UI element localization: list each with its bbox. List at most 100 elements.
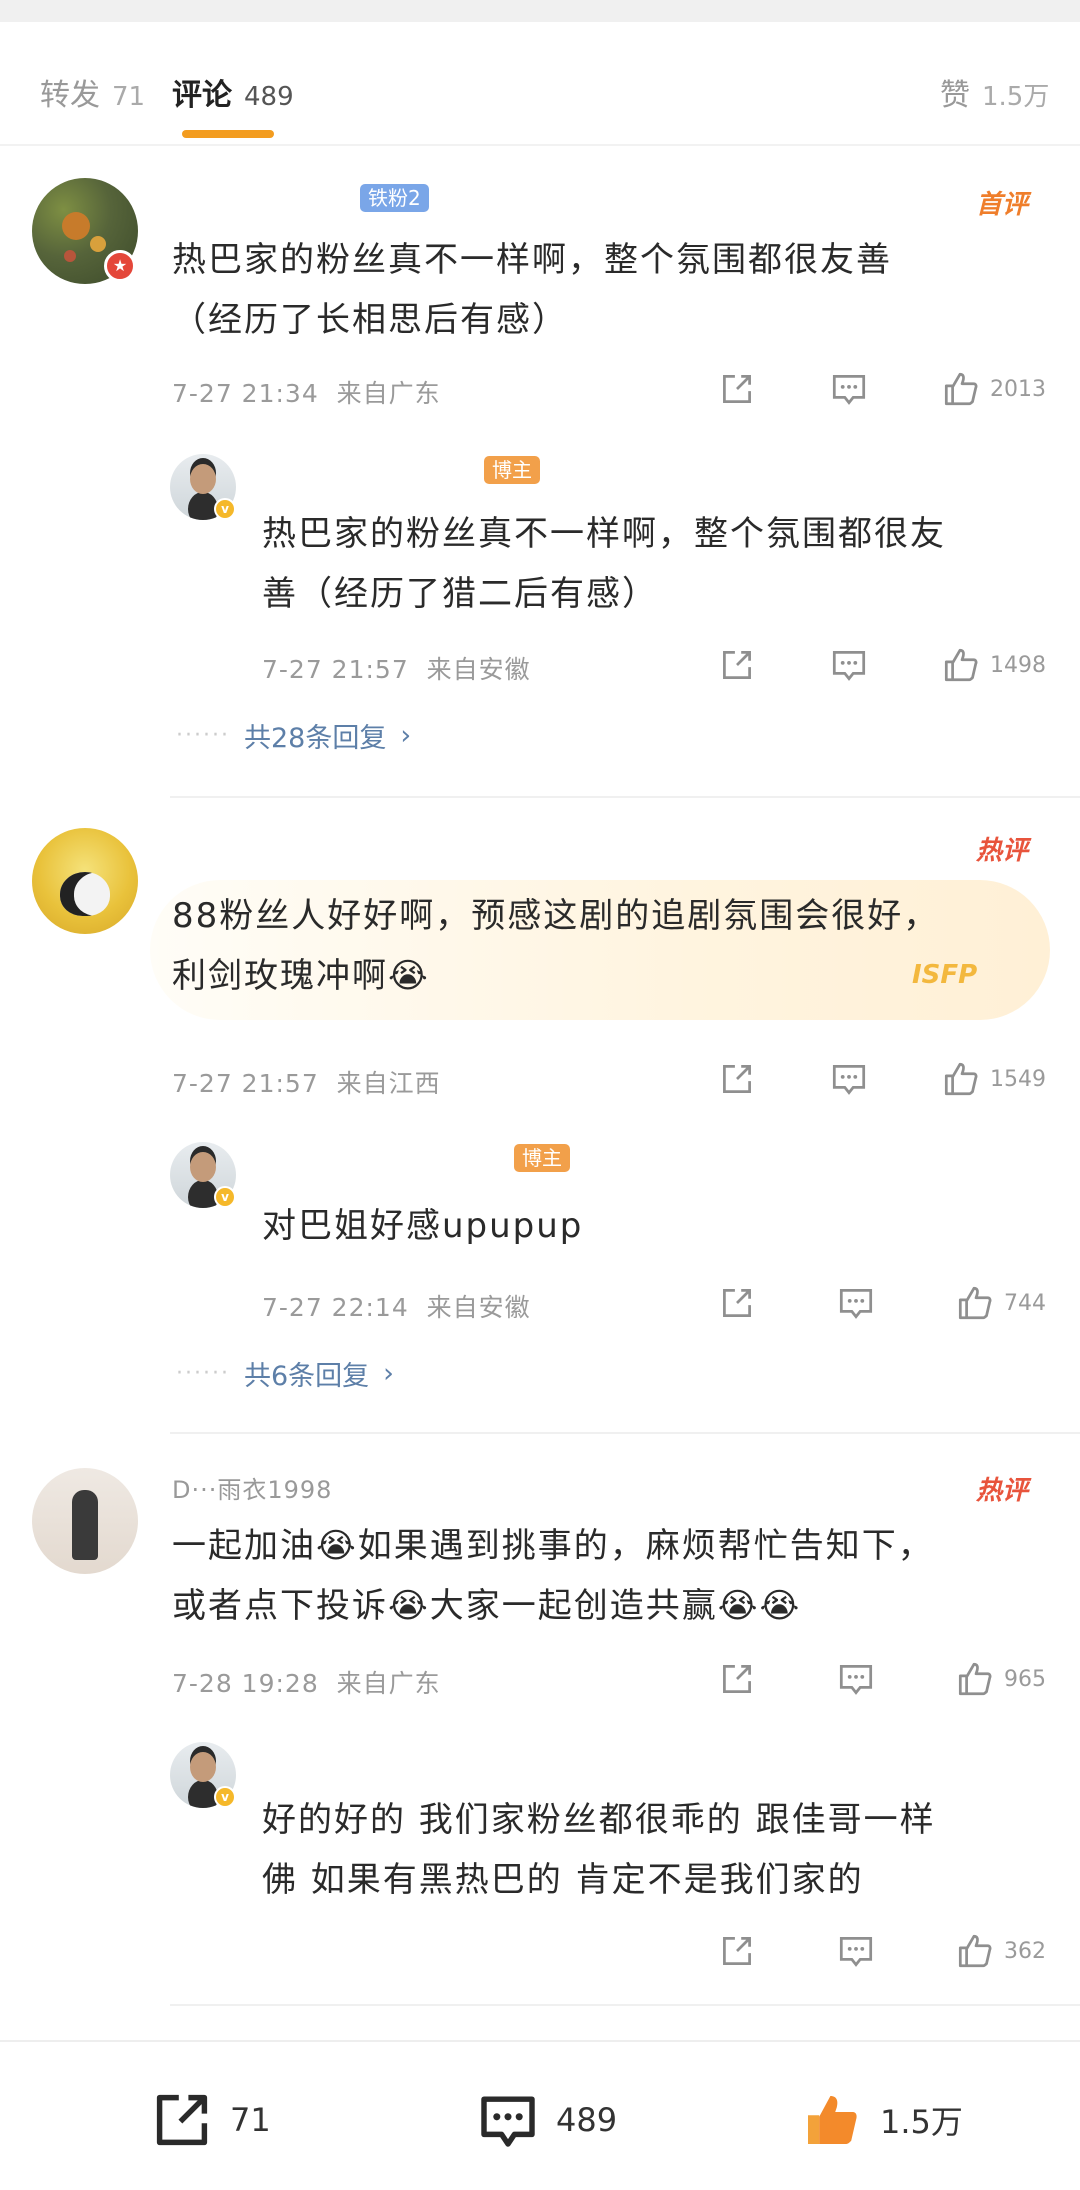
comment-text: 一起加油😭如果遇到挑事的，麻烦帮忙告知下， 或者点下投诉😭大家一起创造共赢😭😭 bbox=[172, 1516, 1052, 1636]
reply-button[interactable] bbox=[835, 1930, 877, 1972]
thumbs-up-icon bbox=[958, 1934, 992, 1968]
first-comment-badge: 首评 bbox=[975, 190, 1028, 220]
reply-button[interactable] bbox=[828, 644, 870, 686]
repost-count: 71 bbox=[230, 2101, 271, 2139]
like-button[interactable]: 2013 bbox=[940, 368, 1046, 410]
tab-comments[interactable]: 评论 489 bbox=[172, 70, 294, 114]
reply-button[interactable] bbox=[828, 1058, 870, 1100]
like-count: 2013 bbox=[990, 376, 1046, 402]
comment-time: 7-27 21:34 bbox=[172, 379, 319, 408]
bottom-action-bar: 71 489 1.5万 bbox=[0, 2040, 1080, 2190]
comment-line: 一起加油😭如果遇到挑事的，麻烦帮忙告知下， bbox=[172, 1526, 934, 1566]
hot-comment-badge: 热评 bbox=[975, 836, 1028, 866]
chevron-right-icon: › bbox=[383, 1358, 394, 1389]
tab-count: 71 bbox=[112, 82, 146, 112]
more-replies-link[interactable]: ······ 共28条回复 › bbox=[176, 716, 411, 755]
thumbs-up-icon bbox=[944, 1062, 978, 1096]
member-badge-icon: ★ bbox=[104, 250, 136, 282]
hot-comment-badge: 热评 bbox=[975, 1476, 1028, 1506]
tab-label: 赞 bbox=[940, 78, 970, 113]
fan-level-tag: 铁粉2 bbox=[360, 184, 429, 212]
repost-button[interactable]: 71 bbox=[150, 2088, 271, 2152]
like-button[interactable]: 1.5万 bbox=[800, 2088, 963, 2152]
thumbs-up-icon bbox=[958, 1286, 992, 1320]
username[interactable]: D···雨衣1998 bbox=[172, 1470, 332, 1505]
comment-meta: 7-28 19:28 来自广东 bbox=[172, 1664, 441, 1700]
comment-meta: 7-27 22:14 来自安徽 bbox=[262, 1288, 531, 1324]
tab-likes[interactable]: 赞 1.5万 bbox=[940, 70, 1049, 114]
comment-line: 热巴家的粉丝真不一样啊，整个氛围都很友善 bbox=[172, 240, 892, 280]
comment-icon bbox=[839, 1289, 873, 1319]
share-button[interactable] bbox=[716, 1658, 758, 1700]
comment-line: 好的好的 我们家粉丝都很乖的 跟佳哥一样 bbox=[262, 1800, 936, 1840]
comment-time: 7-27 21:57 bbox=[262, 655, 409, 684]
more-replies-link[interactable]: ······ 共6条回复 › bbox=[176, 1354, 394, 1393]
top-strip bbox=[0, 0, 1080, 22]
divider bbox=[170, 2004, 1080, 2006]
like-count: 1549 bbox=[990, 1066, 1046, 1092]
tab-reposts[interactable]: 转发 71 bbox=[40, 70, 145, 114]
share-icon bbox=[723, 651, 751, 679]
comment-time: 7-28 19:28 bbox=[172, 1669, 319, 1698]
like-count: 1.5万 bbox=[880, 2103, 963, 2141]
comment-actions: 1549 bbox=[716, 1054, 1046, 1104]
thumbs-up-icon bbox=[944, 372, 978, 406]
share-icon bbox=[723, 1665, 751, 1693]
like-count: 965 bbox=[1004, 1666, 1046, 1692]
comment-time: 7-27 21:57 bbox=[172, 1069, 319, 1098]
comment-location: 来自安徽 bbox=[426, 655, 531, 684]
comment-icon bbox=[481, 2096, 535, 2147]
thumbs-up-icon bbox=[944, 648, 978, 682]
comment-line: （经历了长相思后有感） bbox=[172, 300, 568, 340]
share-button[interactable] bbox=[716, 644, 758, 686]
verified-icon: v bbox=[214, 498, 236, 520]
comment-line: 利剑玫瑰冲啊😭 bbox=[172, 956, 430, 996]
comment-meta: 7-27 21:34 来自广东 bbox=[172, 374, 441, 410]
more-replies-label: 共28条回复 bbox=[243, 723, 387, 754]
reply-button[interactable] bbox=[828, 368, 870, 410]
comment-line: 善（经历了猎二后有感） bbox=[262, 574, 658, 614]
chevron-right-icon: › bbox=[400, 720, 412, 751]
like-count: 362 bbox=[1004, 1938, 1046, 1964]
comment-location: 来自广东 bbox=[336, 1669, 441, 1698]
like-button[interactable]: 744 bbox=[954, 1282, 1046, 1324]
comment-line: 88粉丝人好好啊，预感这剧的追剧氛围会很好， bbox=[172, 896, 940, 936]
share-button[interactable] bbox=[716, 1282, 758, 1324]
comment-line: 佛 如果有黑热巴的 肯定不是我们家的 bbox=[262, 1860, 864, 1900]
comment-meta: 7-27 21:57 来自安徽 bbox=[262, 650, 531, 686]
comment-text: 88粉丝人好好啊，预感这剧的追剧氛围会很好， 利剑玫瑰冲啊😭 bbox=[172, 886, 1052, 1006]
share-button[interactable] bbox=[716, 368, 758, 410]
reply-button[interactable] bbox=[835, 1282, 877, 1324]
like-button[interactable]: 1498 bbox=[940, 644, 1046, 686]
author-tag: 博主 bbox=[484, 456, 540, 484]
share-button[interactable] bbox=[716, 1930, 758, 1972]
repost-icon bbox=[156, 2094, 208, 2146]
tab-label: 转发 bbox=[40, 78, 100, 113]
reply-text: 好的好的 我们家粉丝都很乖的 跟佳哥一样 佛 如果有黑热巴的 肯定不是我们家的 bbox=[262, 1790, 1062, 1910]
share-icon bbox=[723, 1289, 751, 1317]
share-icon bbox=[723, 375, 751, 403]
tab-count: 489 bbox=[244, 82, 294, 112]
like-button[interactable]: 1549 bbox=[940, 1058, 1046, 1100]
comment-line: 对巴姐好感upupup bbox=[262, 1206, 584, 1246]
comment-meta: 7-27 21:57 来自江西 bbox=[172, 1064, 441, 1100]
more-replies-label: 共6条回复 bbox=[243, 1361, 370, 1392]
like-button[interactable]: 965 bbox=[954, 1658, 1046, 1700]
comment-text: 热巴家的粉丝真不一样啊，整个氛围都很友善 （经历了长相思后有感） bbox=[172, 230, 1032, 350]
avatar[interactable] bbox=[32, 828, 138, 934]
divider bbox=[170, 796, 1080, 798]
avatar[interactable] bbox=[32, 1468, 138, 1574]
comment-button[interactable]: 489 bbox=[476, 2088, 617, 2152]
comment-actions: 362 bbox=[716, 1926, 1046, 1976]
like-button[interactable]: 362 bbox=[954, 1930, 1046, 1972]
tab-bar: 转发 71 评论 489 赞 1.5万 bbox=[0, 22, 1080, 146]
active-tab-indicator bbox=[182, 130, 274, 138]
thumbs-up-icon bbox=[958, 1662, 992, 1696]
share-button[interactable] bbox=[716, 1058, 758, 1100]
comment-actions: 2013 bbox=[716, 364, 1046, 414]
comment-icon bbox=[832, 651, 866, 681]
reply-text: 热巴家的粉丝真不一样啊，整个氛围都很友 善（经历了猎二后有感） bbox=[262, 504, 1042, 624]
reply-button[interactable] bbox=[835, 1658, 877, 1700]
reply-text: 对巴姐好感upupup bbox=[262, 1196, 1042, 1256]
comment-line: 热巴家的粉丝真不一样啊，整个氛围都很友 bbox=[262, 514, 946, 554]
